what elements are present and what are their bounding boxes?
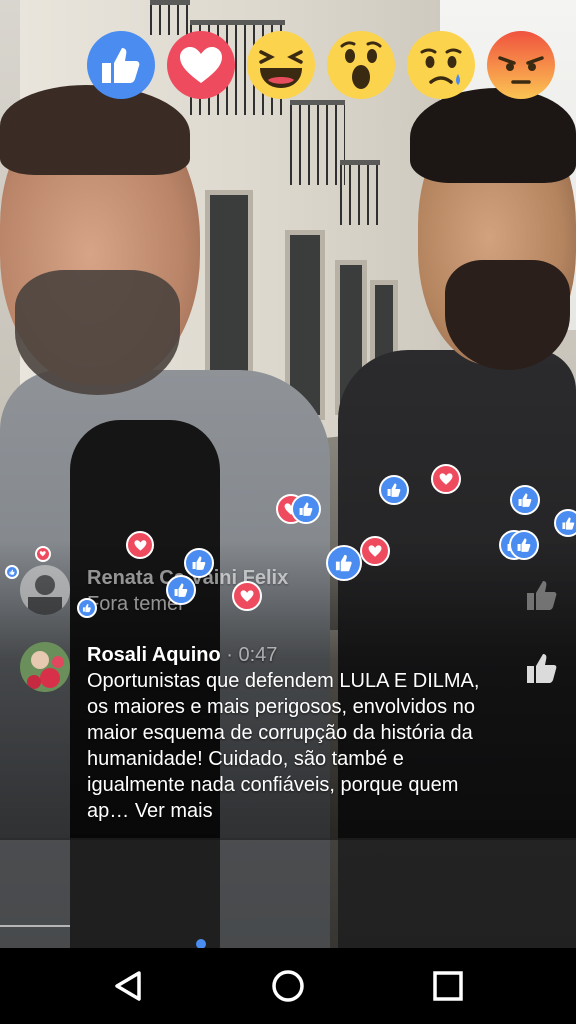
home-icon[interactable] — [263, 961, 313, 1011]
balcony — [150, 0, 190, 35]
avatar — [20, 642, 70, 692]
android-nav-bar — [0, 948, 576, 1024]
comment-input-line[interactable] — [0, 925, 70, 927]
comment-timestamp: · 0:47 — [226, 644, 278, 666]
comment-author[interactable]: Rosali Aquino — [87, 644, 221, 666]
recents-icon[interactable] — [423, 961, 473, 1011]
love-reaction-icon[interactable] — [166, 30, 236, 100]
sad-reaction-icon[interactable] — [406, 30, 476, 100]
see-more-link[interactable]: Ver mais — [135, 800, 213, 822]
floating-like-icon — [184, 548, 214, 578]
floating-like-icon — [291, 494, 321, 524]
floating-love-icon — [126, 531, 154, 559]
comment-text: Fora temer — [87, 593, 185, 615]
balcony — [290, 100, 345, 185]
wow-reaction-icon[interactable] — [326, 30, 396, 100]
balcony — [340, 160, 380, 225]
reaction-bar — [0, 838, 576, 948]
floating-like-icon — [5, 565, 19, 579]
floating-like-icon — [326, 545, 362, 581]
avatar — [20, 565, 70, 615]
floating-love-icon — [360, 536, 390, 566]
floating-love-icon — [232, 581, 262, 611]
floating-like-icon — [554, 509, 576, 537]
comment-item[interactable]: Rosali Aquino · 0:47 Oportunistas que de… — [20, 642, 560, 832]
comment-like-icon[interactable] — [524, 577, 560, 613]
floating-like-icon — [379, 475, 409, 505]
floating-love-icon — [431, 464, 461, 494]
floating-love-icon — [35, 546, 51, 562]
angry-reaction-icon[interactable] — [486, 30, 556, 100]
haha-reaction-icon[interactable] — [246, 30, 316, 100]
person-right-beard — [445, 260, 570, 370]
floating-like-icon — [510, 485, 540, 515]
floating-like-icon — [77, 598, 97, 618]
comment-like-icon[interactable] — [524, 650, 560, 686]
floating-like-icon — [166, 575, 196, 605]
person-right-hair — [410, 88, 576, 183]
floating-like-icon — [509, 530, 539, 560]
like-reaction-icon[interactable] — [86, 30, 156, 100]
comment-item[interactable]: Renata Ca Vaini Felix Fora temer — [20, 565, 560, 625]
back-icon[interactable] — [103, 961, 153, 1011]
person-left-beard — [15, 270, 180, 395]
